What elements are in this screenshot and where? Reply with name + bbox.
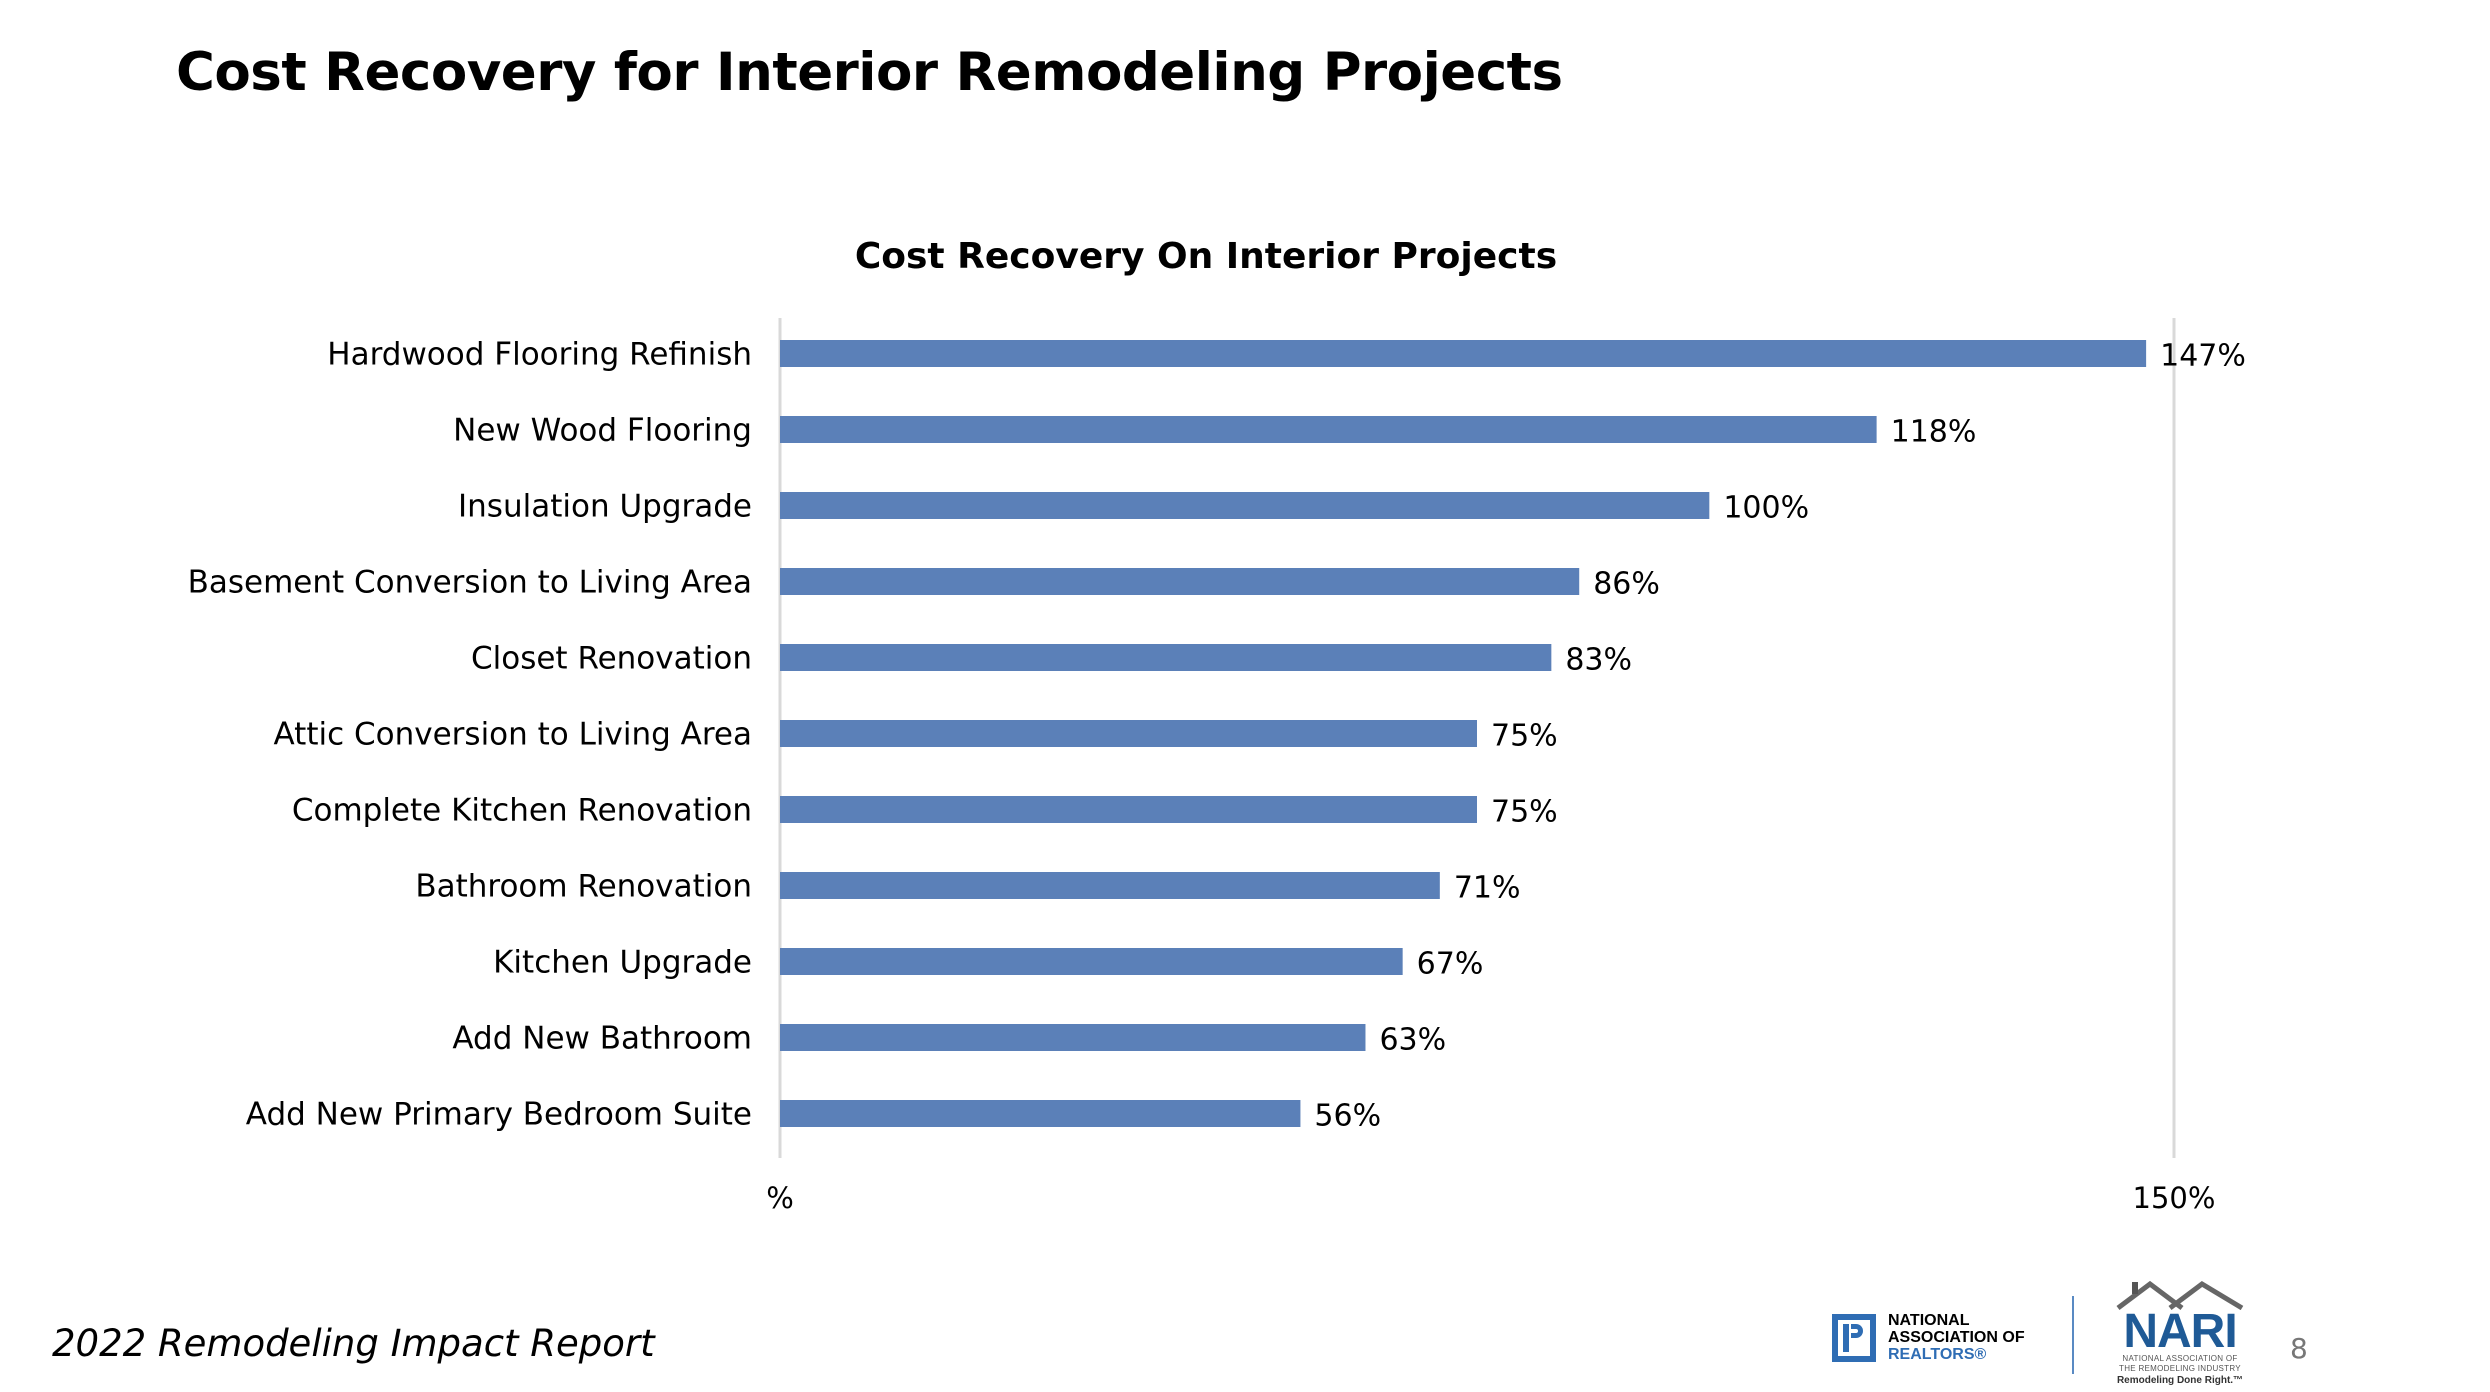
category-label: Closet Renovation [471,641,752,677]
data-label: 86% [1593,567,1660,602]
category-label: Bathroom Renovation [415,869,752,905]
category-label: Add New Bathroom [452,1021,752,1057]
nari-tagline: Remodeling Done Right.™ [2116,1375,2244,1386]
data-label: 100% [1723,491,1809,526]
bar [780,1100,1301,1127]
data-label: 83% [1565,643,1632,678]
nari-sub1: NATIONAL ASSOCIATION OF [2122,1354,2238,1363]
nar-logo: NATIONAL ASSOCIATION OF REALTORS® [1832,1312,2025,1363]
bar [780,1024,1366,1051]
category-label: New Wood Flooring [453,413,752,449]
bar [780,720,1477,747]
logo-divider [2072,1296,2074,1374]
page-number: 8 [2290,1332,2308,1365]
bar [780,492,1710,519]
x-tick-label: % [766,1181,794,1215]
bar-chart: % 150% Hardwood Flooring Refinish 147% New W… [188,318,2246,1215]
data-label: 71% [1454,871,1521,906]
house-roof-icon [2110,1280,2250,1311]
category-label: Insulation Upgrade [458,489,752,525]
category-label: Basement Conversion to Living Area [188,565,752,601]
bar [780,416,1877,443]
bar [780,644,1552,671]
category-label: Kitchen Upgrade [493,945,752,981]
bar [780,796,1477,823]
data-label: 67% [1417,947,1484,982]
nar-line2: ASSOCIATION OF [1888,1329,2025,1346]
nar-line1: NATIONAL [1888,1312,1970,1329]
nar-line3: REALTORS® [1888,1346,1987,1363]
data-label: 75% [1491,719,1558,754]
data-label: 63% [1379,1023,1446,1058]
data-label: 75% [1491,795,1558,830]
data-label: 56% [1314,1099,1381,1134]
nari-sub2: THE REMODELING INDUSTRY [2119,1364,2241,1373]
bar [780,568,1580,595]
data-label: 147% [2160,339,2246,374]
category-label: Complete Kitchen Renovation [292,793,752,829]
bar [780,340,2147,367]
bar [780,948,1403,975]
nari-wordmark: NARI [2123,1305,2237,1358]
category-label: Hardwood Flooring Refinish [327,337,752,373]
realtor-r-icon [1832,1313,1876,1362]
bar [780,872,1440,899]
category-label: Attic Conversion to Living Area [274,717,752,753]
nari-logo: NARI NATIONAL ASSOCIATION OF THE REMODEL… [2110,1280,2250,1387]
data-label: 118% [1891,415,1977,450]
category-label: Add New Primary Bedroom Suite [246,1097,752,1133]
x-tick-label: 150% [2133,1181,2216,1215]
footer-report-title: 2022 Remodeling Impact Report [52,1322,655,1365]
